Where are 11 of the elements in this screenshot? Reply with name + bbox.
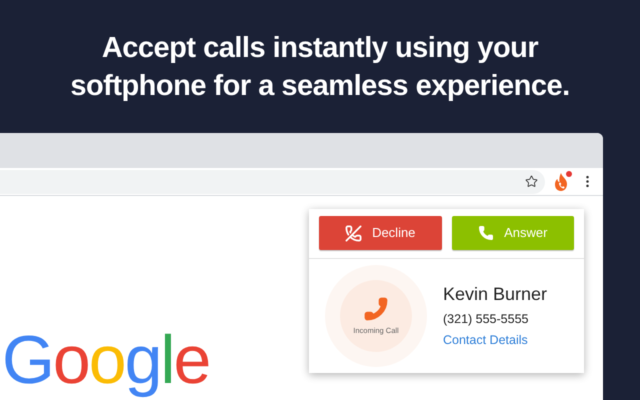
decline-button[interactable]: Decline bbox=[319, 216, 442, 250]
phone-off-icon bbox=[345, 224, 362, 242]
contact-details-link[interactable]: Contact Details bbox=[443, 330, 548, 350]
phone-icon bbox=[363, 296, 389, 322]
caller-name: Kevin Burner bbox=[443, 282, 548, 305]
headline: Accept calls instantly using your softphone for a seamless experience. bbox=[70, 30, 570, 104]
bookmark-star-icon[interactable] bbox=[525, 175, 538, 188]
caller-number: (321) 555-5555 bbox=[443, 310, 530, 328]
phone-icon bbox=[478, 225, 494, 241]
flame-phone-icon bbox=[553, 172, 569, 192]
answer-button[interactable]: Answer bbox=[452, 216, 574, 250]
